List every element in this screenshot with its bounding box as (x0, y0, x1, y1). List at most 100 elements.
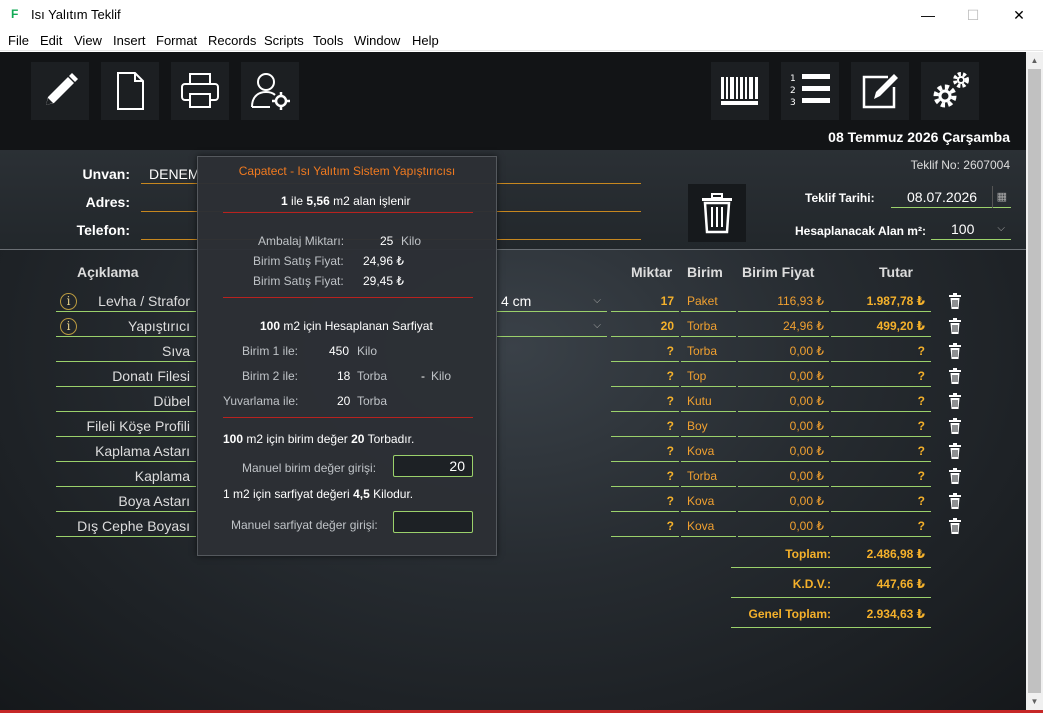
consumption-per-m2-line: 1 m2 için sarfiyat değeri 4,5 Kilodur. (223, 487, 413, 501)
row-description[interactable]: Dış Cephe Boyası (56, 515, 196, 537)
new-document-icon[interactable] (101, 62, 159, 120)
printer-icon[interactable] (171, 62, 229, 120)
row-description[interactable]: Donatı Filesi (56, 365, 196, 387)
layout-content: 1 2 3 08 Temmuz 2026 Çarşamba Teklif No: 2… (0, 52, 1026, 710)
trash-icon[interactable] (948, 318, 962, 334)
row-total: ? (831, 465, 931, 487)
menu-edit[interactable]: Edit (40, 33, 62, 48)
satis2-value: 29,45 ₺ (363, 274, 404, 288)
alan-dropdown[interactable]: 100 ⌵ (931, 218, 1011, 240)
birim1-value: 450 (329, 344, 350, 358)
minimize-button[interactable]: — (905, 0, 951, 31)
row-description[interactable]: Levha / Strafor (56, 290, 196, 312)
pencil-icon[interactable] (31, 62, 89, 120)
close-button[interactable]: ✕ (996, 0, 1042, 31)
yuvarlama-label: Yuvarlama ile: (223, 394, 299, 408)
row-description[interactable]: Kaplama Astarı (56, 440, 196, 462)
vertical-scrollbar[interactable]: ▲ ▼ (1026, 52, 1043, 710)
trash-icon[interactable] (948, 443, 962, 459)
row-total: ? (831, 415, 931, 437)
summary-label: Genel Toplam: (748, 607, 831, 621)
scroll-up-arrow[interactable]: ▲ (1026, 52, 1043, 69)
row-description[interactable]: Dübel (56, 390, 196, 412)
row-description[interactable]: Sıva (56, 340, 196, 362)
row-spec-dropdown[interactable]: ⌵ (497, 315, 607, 337)
menu-insert[interactable]: Insert (113, 33, 146, 48)
trash-icon[interactable] (948, 393, 962, 409)
trash-icon[interactable] (948, 368, 962, 384)
manuel-birim-input[interactable]: 20 (393, 455, 473, 477)
telefon-label: Telefon: (76, 222, 130, 238)
row-quantity[interactable]: 17 (611, 290, 679, 312)
table-row: Dübel ? Kutu 0,00 ₺ ? (0, 390, 1026, 415)
title-bar: F Isı Yalıtım Teklif — ☐ ✕ (0, 0, 1043, 31)
menu-help[interactable]: Help (412, 33, 439, 48)
row-quantity[interactable]: 20 (611, 315, 679, 337)
row-description[interactable]: Kaplama (56, 465, 196, 487)
scroll-down-arrow[interactable]: ▼ (1026, 693, 1043, 710)
menu-format[interactable]: Format (156, 33, 197, 48)
row-quantity[interactable]: ? (611, 365, 679, 387)
row-unit-price: 0,00 ₺ (738, 390, 829, 412)
row-unit: Torba (681, 315, 736, 337)
menu-view[interactable]: View (74, 33, 102, 48)
birim1-label: Birim 1 ile: (242, 344, 299, 358)
trash-icon[interactable] (948, 493, 962, 509)
row-quantity[interactable]: ? (611, 440, 679, 462)
menu-tools[interactable]: Tools (313, 33, 343, 48)
row-unit-price: 0,00 ₺ (738, 415, 829, 437)
row-quantity[interactable]: ? (611, 515, 679, 537)
row-description[interactable]: Yapıştırıcı (56, 315, 196, 337)
barcode-icon[interactable] (711, 62, 769, 120)
menu-file[interactable]: File (8, 33, 29, 48)
coverage-area: 5,56 (306, 194, 330, 208)
teklif-tarihi-value: 08.07.2026 (907, 189, 978, 205)
col-aciklama: Açıklama (77, 264, 139, 280)
row-unit: Kova (681, 490, 736, 512)
manuel-sarfiyat-input[interactable] (393, 511, 473, 533)
chevron-down-icon: ⌵ (593, 320, 601, 331)
summary-value: 2.486,98 ₺ (866, 547, 925, 561)
row-quantity[interactable]: ? (611, 415, 679, 437)
row-unit: Top (681, 365, 736, 387)
maximize-button[interactable]: ☐ (950, 0, 996, 31)
row-total: 499,20 ₺ (831, 315, 931, 337)
trash-icon[interactable] (948, 418, 962, 434)
row-description[interactable]: Boya Astarı (56, 490, 196, 512)
product-detail-popup: Capatect - Isı Yalıtım Sistem Yapıştırıc… (197, 156, 497, 556)
col-birim: Birim (687, 264, 723, 280)
trash-icon[interactable] (948, 343, 962, 359)
unit-value-area: 100 (223, 432, 244, 446)
row-quantity[interactable]: ? (611, 490, 679, 512)
row-unit: Kova (681, 515, 736, 537)
row-spec-dropdown[interactable]: 4 cm ⌵ (497, 290, 607, 312)
row-quantity[interactable]: ? (611, 340, 679, 362)
delete-icon[interactable] (688, 184, 746, 242)
row-unit-price: 0,00 ₺ (738, 515, 829, 537)
col-miktar: Miktar (631, 264, 673, 280)
user-settings-icon[interactable] (241, 62, 299, 120)
row-quantity[interactable]: ? (611, 390, 679, 412)
row-total: ? (831, 390, 931, 412)
quote-number: Teklif No: 2607004 (910, 158, 1010, 172)
trash-icon[interactable] (948, 468, 962, 484)
row-description[interactable]: Fileli Köşe Profili (56, 415, 196, 437)
unvan-label: Unvan: (82, 166, 130, 182)
scroll-thumb[interactable] (1028, 69, 1041, 693)
ambalaj-label: Ambalaj Miktarı: (258, 234, 345, 248)
row-quantity[interactable]: ? (611, 465, 679, 487)
teklif-tarihi-field[interactable]: 08.07.2026 ▦ (891, 186, 1011, 208)
trash-icon[interactable] (948, 293, 962, 309)
col-tutar: Tutar (879, 264, 913, 280)
current-date: 08 Temmuz 2026 Çarşamba (828, 129, 1010, 145)
numbered-list-icon[interactable]: 1 2 3 (781, 62, 839, 120)
menu-window[interactable]: Window (354, 33, 400, 48)
trash-icon[interactable] (948, 518, 962, 534)
gear-icon[interactable] (921, 62, 979, 120)
summary-row-genel-toplam: Genel Toplam: 2.934,63 ₺ (731, 602, 931, 628)
menu-scripts[interactable]: Scripts (264, 33, 304, 48)
menu-records[interactable]: Records (208, 33, 256, 48)
edit-note-icon[interactable] (851, 62, 909, 120)
coverage-with: ile (291, 194, 304, 208)
calendar-icon[interactable]: ▦ (991, 186, 1007, 208)
